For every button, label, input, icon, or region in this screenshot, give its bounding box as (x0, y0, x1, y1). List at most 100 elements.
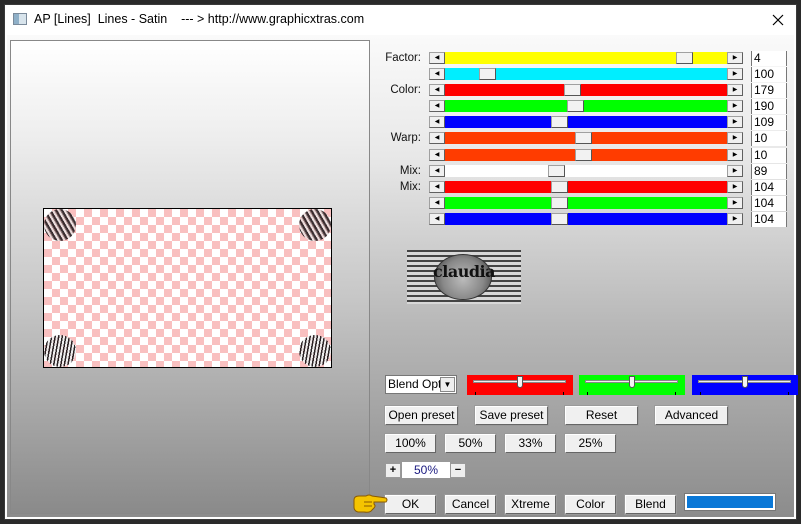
slider-increment-button[interactable]: ▶ (727, 84, 743, 96)
slider-increment-button[interactable]: ▶ (727, 68, 743, 80)
slider-increment-button[interactable]: ▶ (727, 116, 743, 128)
slider-row: ◀ ▶ 190 (377, 99, 794, 114)
open-preset-button[interactable]: Open preset (384, 405, 459, 426)
blend-options-value: Blend Opti (388, 377, 445, 391)
mini-slider-tick (700, 392, 701, 395)
zoom-33-button[interactable]: 33% (504, 433, 557, 454)
slider-value-field[interactable]: 10 (751, 148, 787, 163)
slider-track[interactable] (445, 100, 727, 112)
corner-ball-bottom-right (299, 335, 331, 367)
slider-increment-button[interactable]: ▶ (727, 181, 743, 193)
slider-row: ◀ ▶ 10 (377, 148, 794, 163)
slider-value-field[interactable]: 10 (751, 131, 787, 146)
slider-track[interactable] (445, 197, 727, 209)
slider-decrement-button[interactable]: ◀ (429, 52, 445, 64)
slider-decrement-button[interactable]: ◀ (429, 132, 445, 144)
slider-track[interactable] (445, 213, 727, 225)
slider-thumb[interactable] (567, 100, 584, 112)
slider-thumb[interactable] (551, 213, 568, 225)
mini-slider-thumb[interactable] (517, 376, 523, 388)
zoom-100-button[interactable]: 100% (384, 433, 437, 454)
close-button[interactable] (766, 9, 790, 31)
slider-track[interactable] (445, 149, 727, 161)
slider-value-field[interactable]: 104 (751, 212, 787, 227)
slider-thumb[interactable] (575, 132, 592, 144)
zoom-in-button[interactable]: + (385, 463, 401, 478)
slider-thumb[interactable] (548, 165, 565, 177)
mini-slider-tick (788, 392, 789, 395)
slider-decrement-button[interactable]: ◀ (429, 116, 445, 128)
slider-track[interactable] (445, 132, 727, 144)
color-swatch[interactable] (684, 493, 776, 511)
slider-value-field[interactable]: 4 (751, 51, 787, 66)
title-bar: AP [Lines] Lines - Satin --- > http://ww… (5, 5, 796, 35)
xtreme-button[interactable]: Xtreme (504, 494, 557, 515)
slider-thumb[interactable] (479, 68, 496, 80)
slider-value-field[interactable]: 190 (751, 99, 787, 114)
blend-slider-blue[interactable] (692, 375, 798, 395)
zoom-50-button[interactable]: 50% (444, 433, 497, 454)
slider-decrement-button[interactable]: ◀ (429, 181, 445, 193)
slider-value-field[interactable]: 109 (751, 115, 787, 130)
slider-increment-button[interactable]: ▶ (727, 197, 743, 209)
slider-decrement-button[interactable]: ◀ (429, 149, 445, 161)
preview-panel (10, 40, 370, 514)
slider-decrement-button[interactable]: ◀ (429, 68, 445, 80)
slider-value-field[interactable]: 104 (751, 180, 787, 195)
slider-increment-button[interactable]: ▶ (727, 132, 743, 144)
slider-thumb[interactable] (551, 181, 568, 193)
controls-panel: claudia Blend Opti ▼ Open preset Save pr… (377, 35, 798, 517)
slider-value-field[interactable]: 104 (751, 196, 787, 211)
app-icon (13, 13, 27, 25)
zoom-25-button[interactable]: 25% (564, 433, 617, 454)
close-icon (772, 14, 784, 26)
slider-row: Factor: ◀ ▶ 4 (377, 51, 794, 66)
slider-decrement-button[interactable]: ◀ (429, 100, 445, 112)
slider-thumb[interactable] (676, 52, 693, 64)
slider-row: ◀ ▶ 109 (377, 115, 794, 130)
slider-track[interactable] (445, 116, 727, 128)
slider-thumb[interactable] (575, 149, 592, 161)
slider-decrement-button[interactable]: ◀ (429, 165, 445, 177)
chevron-down-icon[interactable]: ▼ (440, 377, 455, 392)
save-preset-button[interactable]: Save preset (474, 405, 549, 426)
slider-increment-button[interactable]: ▶ (727, 213, 743, 225)
slider-increment-button[interactable]: ▶ (727, 100, 743, 112)
slider-track[interactable] (445, 68, 727, 80)
slider-decrement-button[interactable]: ◀ (429, 213, 445, 225)
slider-track[interactable] (445, 84, 727, 96)
slider-value-field[interactable]: 100 (751, 67, 787, 82)
color-button[interactable]: Color (564, 494, 617, 515)
slider-thumb[interactable] (551, 116, 568, 128)
zoom-value: 50% (402, 462, 450, 478)
zoom-out-button[interactable]: − (450, 463, 466, 478)
slider-value-field[interactable]: 179 (751, 83, 787, 98)
slider-row: Color: ◀ ▶ 179 (377, 83, 794, 98)
blend-slider-red[interactable] (467, 375, 573, 395)
mini-slider-tick (675, 392, 676, 395)
advanced-button[interactable]: Advanced (654, 405, 729, 426)
slider-decrement-button[interactable]: ◀ (429, 197, 445, 209)
blend-button[interactable]: Blend (624, 494, 677, 515)
slider-thumb[interactable] (564, 84, 581, 96)
slider-decrement-button[interactable]: ◀ (429, 84, 445, 96)
slider-increment-button[interactable]: ▶ (727, 52, 743, 64)
mini-slider-thumb[interactable] (742, 376, 748, 388)
preview-image[interactable] (43, 208, 332, 368)
slider-value-field[interactable]: 89 (751, 164, 787, 179)
blend-slider-green[interactable] (579, 375, 685, 395)
mini-slider-tick (563, 392, 564, 395)
slider-increment-button[interactable]: ▶ (727, 165, 743, 177)
slider-increment-button[interactable]: ▶ (727, 149, 743, 161)
slider-track[interactable] (445, 52, 727, 64)
corner-ball-bottom-left (44, 335, 76, 367)
plugin-dialog-window: AP [Lines] Lines - Satin --- > http://ww… (4, 4, 798, 520)
reset-button[interactable]: Reset (564, 405, 639, 426)
blend-options-select[interactable]: Blend Opti ▼ (385, 375, 457, 394)
slider-thumb[interactable] (551, 197, 568, 209)
mini-slider-thumb[interactable] (629, 376, 635, 388)
ok-button[interactable]: OK (384, 494, 437, 515)
cancel-button[interactable]: Cancel (444, 494, 497, 515)
slider-track[interactable] (445, 181, 727, 193)
slider-track[interactable] (445, 165, 727, 177)
